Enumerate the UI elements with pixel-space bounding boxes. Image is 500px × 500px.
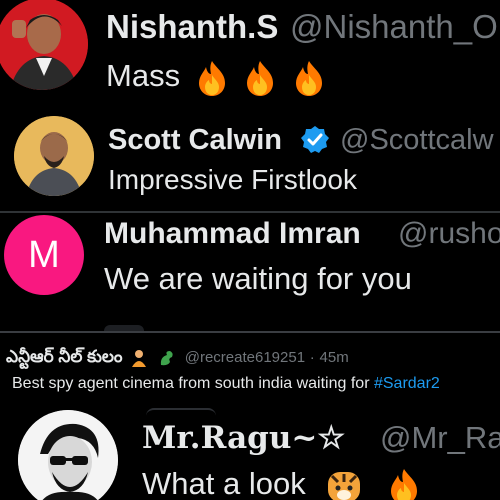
- avatar-muhammad[interactable]: M: [4, 215, 84, 295]
- hashtag-link[interactable]: #Sardar2: [374, 375, 440, 392]
- tweet-text: We are waiting for you: [104, 261, 412, 296]
- timestamp[interactable]: 45m: [320, 349, 349, 366]
- fire-emoji-icon: [198, 60, 225, 96]
- display-name[interactable]: Scott Calwin: [108, 124, 282, 157]
- previous-text-peek: [146, 408, 216, 416]
- tweet-scott[interactable]: Scott Calwin @Scottcalw Impressive First…: [0, 112, 500, 212]
- fire-emoji-icon: [247, 60, 274, 96]
- tweet-muhammad[interactable]: M Muhammad Imran @rusho We are waiting f…: [0, 213, 500, 331]
- user-handle[interactable]: @rusho: [398, 217, 500, 251]
- tweet-body: Best spy agent cinema from south india w…: [12, 375, 374, 392]
- tweet-text: What a look: [142, 466, 421, 500]
- person-emoji-icon: [132, 349, 147, 367]
- user-handle[interactable]: @Mr_Ra: [380, 420, 500, 456]
- user-handle[interactable]: @recreate619251: [185, 349, 305, 366]
- avatar-ragu[interactable]: [18, 410, 118, 500]
- dragon-emoji-icon: [160, 350, 173, 365]
- avatar-letter: M: [28, 233, 60, 276]
- separator-dot: ·: [309, 349, 315, 366]
- display-name[interactable]: ఎన్టీఆర్ నీల్ కులం: [6, 347, 123, 366]
- avatar-scott[interactable]: [14, 116, 94, 196]
- user-handle[interactable]: @Nishanth_O: [290, 8, 498, 46]
- tweet-ntr[interactable]: ఎన్టీఆర్ నీల్ కులం @recreate619251 · 45m…: [0, 333, 500, 408]
- tweet-header: ఎన్టీఆర్ నీల్ కులం @recreate619251 · 45m: [6, 347, 349, 371]
- avatar-nishanth[interactable]: [0, 0, 88, 90]
- tweet-text: Impressive Firstlook: [108, 164, 357, 195]
- user-handle[interactable]: @Scottcalw: [340, 124, 494, 157]
- tweet-body: Mass: [106, 58, 181, 93]
- tweet-body: What a look: [142, 466, 306, 500]
- display-name[interactable]: Mr.Ragu~☆: [142, 420, 345, 456]
- verified-badge-icon: [301, 126, 329, 153]
- tiger-emoji-icon: [328, 471, 361, 500]
- tweet-text: Mass: [106, 58, 326, 97]
- fire-emoji-icon: [390, 468, 417, 500]
- display-name[interactable]: Muhammad Imran: [104, 217, 361, 251]
- tweet-nishanth[interactable]: Nishanth.S @Nishanth_O Mass: [0, 0, 500, 112]
- display-name[interactable]: Nishanth.S: [106, 8, 278, 46]
- fire-emoji-icon: [295, 60, 322, 96]
- tweet-ragu[interactable]: Mr.Ragu~☆ @Mr_Ra What a look: [0, 408, 500, 500]
- tweet-text: Best spy agent cinema from south india w…: [12, 375, 440, 393]
